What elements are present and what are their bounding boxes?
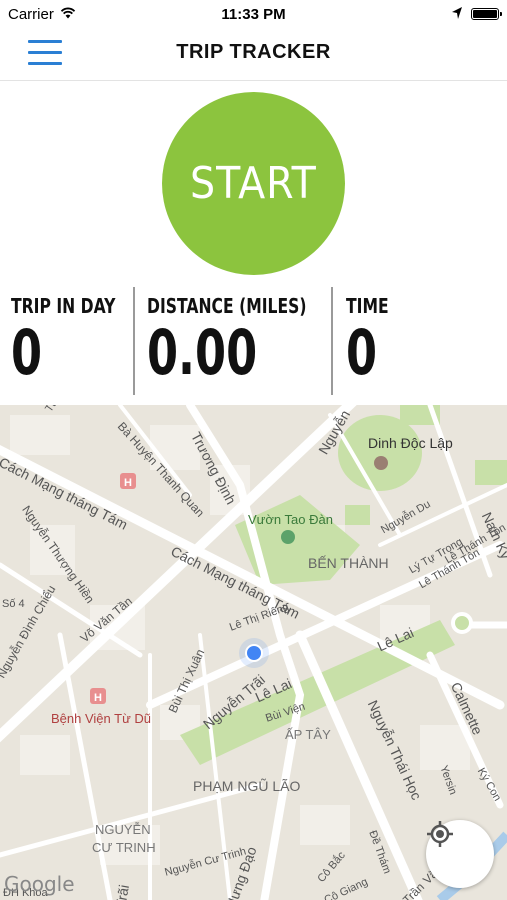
google-logo: Google xyxy=(4,872,75,896)
location-arrow-icon xyxy=(452,7,462,19)
stat-value: 0.00 xyxy=(147,316,258,389)
stat-label: DISTANCE (MILES) xyxy=(147,294,307,318)
map-view[interactable]: H H Dinh Độc Lập Vườn Tao Đàn BẾN THÀNH … xyxy=(0,405,507,900)
clock: 11:33 PM xyxy=(221,6,286,23)
map-label: Số 4 xyxy=(2,598,25,610)
map-label: NGUYỄN xyxy=(95,822,151,837)
my-location-button[interactable] xyxy=(426,820,494,888)
map-label: ẤP TÂY xyxy=(285,727,331,742)
map-label: Vườn Tao Đàn xyxy=(248,512,333,527)
start-button[interactable]: START xyxy=(162,92,345,275)
stat-value: 0 xyxy=(346,316,378,389)
stat-divider xyxy=(133,287,135,395)
stat-label: TIME xyxy=(346,294,389,318)
svg-text:H: H xyxy=(94,692,102,704)
map-label: Bệnh Viện Từ Dũ xyxy=(51,711,152,726)
stat-label: TRIP IN DAY xyxy=(11,294,116,318)
start-button-label: START xyxy=(190,158,317,209)
status-bar: Carrier 11:33 PM xyxy=(0,0,507,28)
map-label: Dinh Độc Lập xyxy=(368,435,453,451)
stat-divider xyxy=(331,287,333,395)
nav-bar: TRIP TRACKER xyxy=(0,28,507,81)
svg-text:H: H xyxy=(124,477,132,489)
map-label: CƯ TRINH xyxy=(92,840,156,855)
crosshair-icon xyxy=(427,821,453,847)
map-label: BẾN THÀNH xyxy=(308,555,389,571)
page-title: TRIP TRACKER xyxy=(176,41,331,63)
stat-value: 0 xyxy=(11,316,43,389)
battery-icon xyxy=(471,8,502,20)
map-label: PHẠM NGŨ LÃO xyxy=(193,778,301,794)
map-label: Trãi xyxy=(112,883,132,900)
